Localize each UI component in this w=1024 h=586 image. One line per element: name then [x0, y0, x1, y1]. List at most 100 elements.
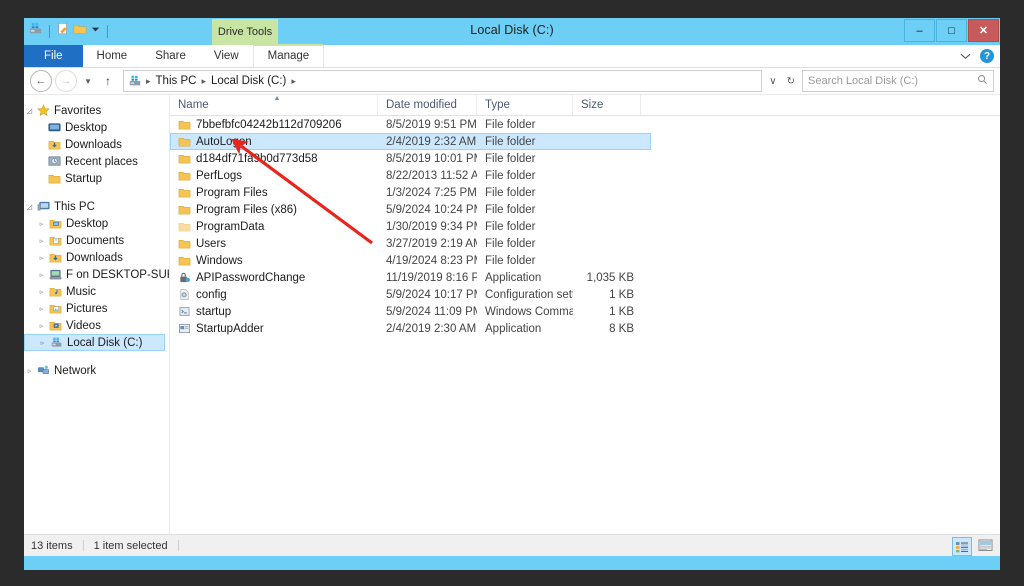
- gear-file-icon: [178, 288, 191, 301]
- minimize-button[interactable]: –: [904, 19, 935, 42]
- cell-name: Program Files (x86): [170, 203, 378, 216]
- file-name-label: APIPasswordChange: [196, 271, 306, 284]
- folder-icon: [178, 118, 191, 131]
- table-row[interactable]: PerfLogs 8/22/2013 11:52 AM File folder: [170, 167, 1000, 184]
- table-row[interactable]: 7bbefbfc04242b112d709206 8/5/2019 9:51 PM…: [170, 116, 1000, 133]
- sidebar-item-downloads[interactable]: ▹ Downloads: [24, 249, 169, 266]
- file-name-label: config: [196, 288, 227, 301]
- sidebar-item-videos[interactable]: ▹ Videos: [24, 317, 169, 334]
- expand-twisty-icon[interactable]: ▹: [36, 288, 47, 296]
- forward-button[interactable]: →: [55, 70, 77, 92]
- cell-date-modified: 1/30/2019 9:34 PM: [386, 220, 477, 233]
- tab-share[interactable]: Share: [141, 45, 200, 67]
- computer-icon: [35, 200, 51, 213]
- table-row[interactable]: Program Files (x86) 5/9/2024 10:24 PM File…: [170, 201, 1000, 218]
- status-separator: [82, 540, 84, 551]
- search-input[interactable]: Search Local Disk (C:): [802, 70, 994, 92]
- music-icon: [47, 285, 63, 298]
- maximize-button[interactable]: □: [936, 19, 967, 42]
- application-icon: [178, 322, 191, 335]
- up-button[interactable]: ↑: [99, 71, 117, 91]
- expand-twisty-icon[interactable]: ▹: [37, 339, 48, 347]
- breadcrumb-bar[interactable]: ▸ This PC ▸ Local Disk (C:) ▸: [123, 70, 763, 92]
- tab-manage[interactable]: Manage: [252, 44, 325, 67]
- expand-twisty-icon[interactable]: ▹: [36, 271, 47, 279]
- table-row[interactable]: AutoLogon 2/4/2019 2:32 AM File folder: [170, 133, 651, 150]
- chevron-down-icon[interactable]: [960, 47, 971, 65]
- pictures-icon: [47, 302, 63, 315]
- sidebar-item-local-disk-c[interactable]: ▹ Local Disk (C:): [24, 334, 165, 351]
- expand-twisty-icon[interactable]: ◿: [24, 107, 35, 115]
- tab-file[interactable]: File: [24, 45, 83, 67]
- column-header-name[interactable]: Name ▲: [170, 95, 378, 115]
- details-view-icon[interactable]: [952, 537, 972, 556]
- folder-icon: [178, 237, 191, 250]
- table-row[interactable]: Windows 4/19/2024 8:23 PM File folder: [170, 252, 1000, 269]
- refresh-icon[interactable]: ↻: [787, 76, 795, 87]
- column-header-date-modified[interactable]: Date modified: [378, 95, 477, 115]
- sidebar-item-downloads-fav[interactable]: Downloads: [24, 136, 169, 153]
- table-row[interactable]: d184df71fa9b0d773d58 8/5/2019 10:01 PM Fil…: [170, 150, 1000, 167]
- expand-twisty-icon[interactable]: ▹: [24, 367, 35, 375]
- sidebar-item-f-on-desktop[interactable]: ▹ F on DESKTOP-SUKI: [24, 266, 169, 283]
- expand-twisty-icon[interactable]: ▹: [36, 237, 47, 245]
- expand-twisty-icon[interactable]: ▹: [36, 220, 47, 228]
- file-name-label: Program Files: [196, 186, 268, 199]
- sidebar-item-desktop-fav[interactable]: Desktop: [24, 119, 169, 136]
- search-placeholder: Search Local Disk (C:): [808, 75, 919, 87]
- column-header-size[interactable]: Size: [573, 95, 641, 115]
- sidebar-item-documents[interactable]: ▹ Documents: [24, 232, 169, 249]
- sidebar-label: Pictures: [66, 302, 108, 315]
- sort-ascending-icon: ▲: [273, 95, 281, 102]
- sidebar-group-network[interactable]: ▹ Network: [24, 362, 169, 379]
- cell-date-modified: 11/19/2019 8:16 PM: [386, 271, 477, 284]
- table-row[interactable]: startup 5/9/2024 11:09 PM Windows Comma...…: [170, 303, 1000, 320]
- sidebar-item-music[interactable]: ▹ Music: [24, 283, 169, 300]
- cell-date-modified: 1/3/2024 7:25 PM: [386, 186, 477, 199]
- table-row[interactable]: APIPasswordChange 11/19/2019 8:16 PM Appli…: [170, 269, 1000, 286]
- cell-type: Configuration sett...: [485, 288, 573, 301]
- breadcrumb-separator-2[interactable]: ▸: [289, 76, 298, 87]
- column-header-type[interactable]: Type: [477, 95, 573, 115]
- sidebar-label: Desktop: [65, 121, 108, 134]
- tab-home[interactable]: Home: [82, 45, 142, 67]
- file-name-label: 7bbefbfc04242b112d709206: [196, 118, 342, 131]
- sidebar-item-desktop[interactable]: ▹ Desktop: [24, 215, 169, 232]
- back-button[interactable]: ←: [30, 70, 52, 92]
- table-row[interactable]: config 5/9/2024 10:17 PM Configuration set…: [170, 286, 1000, 303]
- cell-type: Application: [485, 322, 542, 335]
- table-row[interactable]: StartupAdder 2/4/2019 2:30 AM Application 8…: [170, 320, 1000, 337]
- breadcrumb-separator-1[interactable]: ▸: [199, 76, 208, 87]
- breadcrumb-this-pc[interactable]: This PC: [153, 75, 200, 87]
- close-button[interactable]: ✕: [968, 19, 999, 42]
- table-row[interactable]: Program Files 1/3/2024 7:25 PM File folder: [170, 184, 1000, 201]
- cell-type: File folder: [485, 203, 536, 216]
- sidebar-item-recent-places[interactable]: Recent places: [24, 153, 169, 170]
- folder-icon-faded: [178, 220, 191, 233]
- network-icon: [35, 364, 51, 377]
- star-icon: [35, 104, 51, 117]
- cell-date-modified: 5/9/2024 11:09 PM: [386, 305, 477, 318]
- expand-twisty-icon[interactable]: ▹: [36, 322, 47, 330]
- large-icons-view-icon[interactable]: [976, 537, 994, 554]
- table-row[interactable]: ProgramData 1/30/2019 9:34 PM File folder: [170, 218, 1000, 235]
- expand-twisty-icon[interactable]: ▹: [36, 305, 47, 313]
- breadcrumb-separator-0[interactable]: ▸: [144, 76, 153, 87]
- tab-view[interactable]: View: [199, 45, 253, 67]
- cell-name: Program Files: [170, 186, 378, 199]
- file-name-label: Windows: [196, 254, 243, 267]
- breadcrumb-local-disk[interactable]: Local Disk (C:): [208, 75, 289, 87]
- sidebar-item-pictures[interactable]: ▹ Pictures: [24, 300, 169, 317]
- history-dropdown-icon[interactable]: ∨: [769, 76, 776, 87]
- help-icon[interactable]: ?: [980, 49, 994, 63]
- sidebar-label: Downloads: [65, 138, 122, 151]
- expand-twisty-icon[interactable]: ◿: [24, 203, 35, 211]
- sidebar-item-startup-fav[interactable]: Startup: [24, 170, 169, 187]
- search-icon[interactable]: [977, 74, 988, 88]
- table-row[interactable]: Users 3/27/2019 2:19 AM File folder: [170, 235, 1000, 252]
- cell-date-modified: 8/22/2013 11:52 AM: [386, 169, 477, 182]
- sidebar-group-favorites[interactable]: ◿ Favorites: [24, 102, 169, 119]
- expand-twisty-icon[interactable]: ▹: [36, 254, 47, 262]
- recent-locations-button[interactable]: ▾: [80, 71, 96, 91]
- sidebar-group-this-pc[interactable]: ◿ This PC: [24, 198, 169, 215]
